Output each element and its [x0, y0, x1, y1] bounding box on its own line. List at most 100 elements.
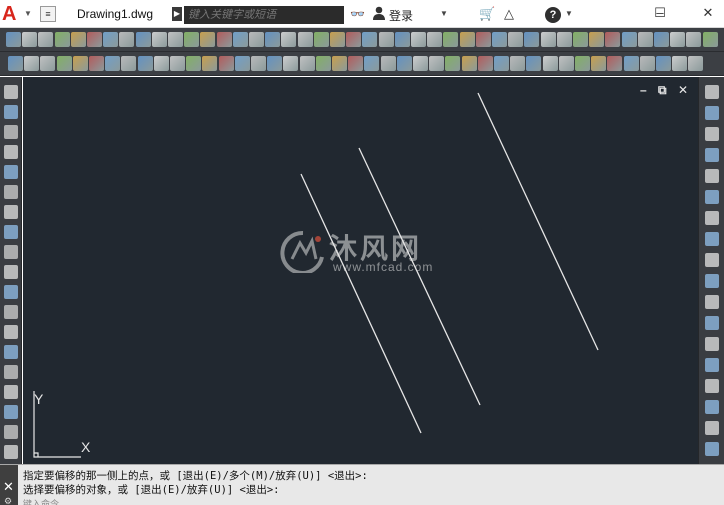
search-expand-arrow-icon[interactable]: ▶ [172, 7, 182, 21]
realistic-icon[interactable] [656, 56, 671, 71]
drawn-line-3[interactable] [477, 92, 599, 351]
shade-icon[interactable] [24, 56, 40, 71]
iso-sw-icon[interactable] [526, 56, 542, 71]
user-icon[interactable] [372, 6, 386, 21]
hidden-icon[interactable] [639, 56, 655, 71]
torus-icon[interactable] [103, 32, 119, 47]
revcloud-tool-icon[interactable] [4, 225, 18, 239]
app-menu-arrow-icon[interactable]: ▼ [24, 9, 32, 18]
view-back-icon[interactable] [445, 56, 461, 71]
mirror-tool-icon[interactable] [705, 127, 719, 141]
move-tool-icon[interactable] [705, 190, 719, 204]
wireframe-icon[interactable] [40, 56, 56, 71]
sketch-icon[interactable] [396, 56, 412, 71]
view-right-icon[interactable] [477, 56, 493, 71]
cylinder-icon[interactable] [87, 32, 102, 47]
login-dropdown-arrow-icon[interactable]: ▼ [440, 9, 448, 18]
view-front-icon[interactable] [429, 56, 445, 71]
edit-tool-icon[interactable] [705, 421, 719, 435]
region-tool-icon[interactable] [4, 405, 18, 419]
ellipse-arc-tool-icon[interactable] [4, 285, 18, 299]
view-front-icon[interactable] [137, 56, 153, 71]
copy-tool-icon[interactable] [705, 106, 719, 120]
command-input[interactable]: 键入命令 [23, 497, 323, 505]
view-top-icon[interactable] [202, 56, 218, 71]
sphere-icon[interactable] [394, 32, 410, 47]
material-icon[interactable] [232, 32, 248, 47]
view-left-icon[interactable] [170, 56, 185, 71]
command-line-settings-icon[interactable]: ⚙ [4, 496, 12, 505]
iso-nw-icon[interactable] [575, 56, 590, 71]
revolve-icon[interactable] [475, 32, 491, 47]
spline-tool-icon[interactable] [4, 245, 18, 259]
iso-ne-icon[interactable] [558, 56, 574, 71]
stretch-tool-icon[interactable] [705, 253, 719, 267]
view-left-icon[interactable] [461, 56, 477, 71]
extend-tool-icon[interactable] [705, 295, 719, 309]
camera-icon[interactable] [265, 32, 281, 47]
arc-tool-icon[interactable] [4, 185, 18, 199]
drawing-canvas[interactable]: – ⧉ ✕ 沐风网 www.mfcad.com Y X [23, 77, 698, 464]
fillet-tool-icon[interactable] [705, 379, 719, 393]
cube-icon[interactable] [22, 32, 38, 47]
iso-nw-icon[interactable] [283, 56, 299, 71]
sketch-icon[interactable] [688, 56, 704, 71]
table-tool-icon[interactable] [4, 425, 18, 439]
cube-icon[interactable] [670, 32, 686, 47]
command-line-handle[interactable]: ✕ ⚙ [0, 465, 18, 505]
sketch-icon[interactable] [105, 56, 121, 71]
material-icon[interactable] [556, 32, 572, 47]
subtract-icon[interactable] [508, 32, 524, 47]
gradient-tool-icon[interactable] [4, 385, 18, 399]
wireframe-icon[interactable] [623, 56, 639, 71]
tool-icon[interactable] [654, 32, 669, 47]
ucs-icon[interactable] [281, 32, 297, 47]
line-tool-icon[interactable] [4, 85, 18, 99]
cylinder-icon[interactable] [411, 32, 426, 47]
offset-tool-icon[interactable] [705, 148, 719, 162]
render-icon[interactable] [540, 32, 556, 47]
iso-sw-icon[interactable] [234, 56, 250, 71]
cone-icon[interactable] [378, 32, 394, 47]
pyramid-icon[interactable] [443, 32, 459, 47]
orbit-icon[interactable] [313, 32, 329, 47]
help-button[interactable]: ? [545, 7, 561, 23]
close-window-button[interactable]: ✕ [688, 2, 724, 24]
union-icon[interactable] [168, 32, 183, 47]
visual-style-icon[interactable] [8, 56, 23, 71]
render-icon[interactable] [216, 32, 232, 47]
sphere-icon[interactable] [70, 32, 86, 47]
view-bottom-icon[interactable] [218, 56, 234, 71]
extrude-icon[interactable] [459, 32, 475, 47]
maximize-button[interactable]: ☐ [640, 2, 680, 24]
visual-style-icon[interactable] [591, 56, 607, 71]
shade-icon[interactable] [607, 56, 623, 71]
cone-icon[interactable] [702, 32, 718, 47]
login-link[interactable]: 登录 [389, 7, 413, 24]
union-icon[interactable] [492, 32, 507, 47]
view-top-icon[interactable] [494, 56, 509, 71]
point-tool-icon[interactable] [4, 345, 18, 359]
app-logo-button[interactable]: A [2, 3, 24, 25]
mtext-tool-icon[interactable] [4, 445, 18, 459]
extrude-icon[interactable] [135, 32, 151, 47]
array-tool-icon[interactable] [705, 169, 719, 183]
wireframe-icon[interactable] [332, 56, 347, 71]
join-tool-icon[interactable] [705, 337, 719, 351]
revolve-icon[interactable] [151, 32, 167, 47]
drawn-line-1[interactable] [300, 173, 422, 434]
iso-ne-icon[interactable] [267, 56, 283, 71]
orbit-icon[interactable] [637, 32, 653, 47]
hidden-icon[interactable] [56, 56, 72, 71]
document-tab[interactable]: Drawing1.dwg [60, 2, 170, 26]
explode-tool-icon[interactable] [705, 400, 719, 414]
intersect-icon[interactable] [200, 32, 216, 47]
torus-icon[interactable] [427, 32, 443, 47]
conceptual-icon[interactable] [672, 56, 688, 71]
conceptual-icon[interactable] [380, 56, 396, 71]
realistic-icon[interactable] [72, 56, 88, 71]
light-icon[interactable] [573, 32, 588, 47]
quick-access-dropdown-button[interactable]: ≡ [40, 6, 56, 22]
xray-icon[interactable] [413, 56, 428, 71]
view-bottom-icon[interactable] [510, 56, 526, 71]
